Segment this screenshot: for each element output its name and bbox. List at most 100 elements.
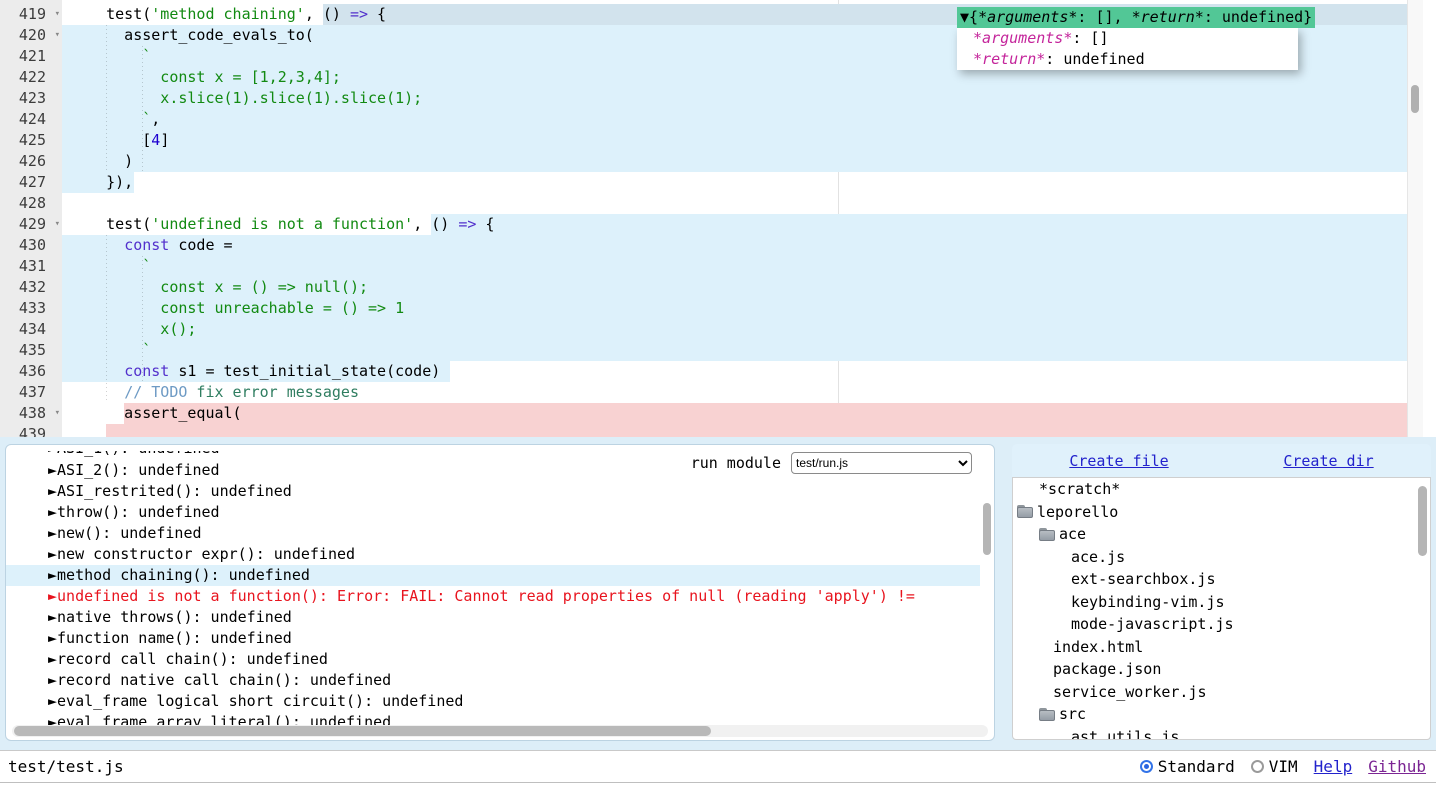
result-item[interactable]: ►record call chain(): undefined [6, 649, 980, 670]
line-number: 439 [0, 424, 62, 437]
tree-item-ext-searchbox-js[interactable]: ext-searchbox.js [1013, 568, 1430, 591]
code-text[interactable]: // TODO fix error messages [62, 382, 1407, 403]
editor-line-432[interactable]: 432 const x = () => null(); [0, 277, 1407, 298]
result-item[interactable]: ►undefined is not a function(): Error: F… [6, 586, 980, 607]
tree-item-keybinding-vim-js[interactable]: keybinding-vim.js [1013, 591, 1430, 614]
create-file-link[interactable]: Create file [1069, 452, 1168, 470]
result-item[interactable]: ►new constructor expr(): undefined [6, 544, 980, 565]
fold-marker-icon[interactable]: ▾ [55, 214, 60, 235]
tree-item-src[interactable]: src [1013, 703, 1430, 726]
help-link[interactable]: Help [1314, 757, 1353, 776]
code-text[interactable]: ` [62, 256, 1407, 277]
tree-item-mode-javascript-js[interactable]: mode-javascript.js [1013, 613, 1430, 636]
result-item[interactable]: ►method chaining(): undefined [6, 565, 980, 586]
code-text[interactable]: ) [62, 151, 1407, 172]
file-panel: Create file Create dir *scratch*leporell… [1012, 444, 1431, 741]
code-text[interactable]: const unreachable = () => 1 [62, 298, 1407, 319]
results-horizontal-scrollbar[interactable] [12, 725, 988, 737]
results-horizontal-scrollbar-thumb[interactable] [14, 726, 711, 736]
value-inspector-tooltip[interactable]: ▼{*arguments*: [], *return*: undefined} … [957, 7, 1315, 70]
github-link[interactable]: Github [1368, 757, 1426, 776]
test-results-panel[interactable]: run module test/run.js ►ASI_1(): undefin… [5, 444, 995, 741]
run-module-control: run module test/run.js [691, 452, 972, 474]
code-text[interactable]: const code = [62, 235, 1407, 256]
file-tree-scrollbar-thumb[interactable] [1418, 486, 1427, 556]
result-item[interactable]: ►new(): undefined [6, 523, 980, 544]
fold-marker-icon[interactable]: ▾ [55, 4, 60, 25]
editor-scrollbar[interactable] [1407, 0, 1423, 437]
file-panel-header: Create file Create dir [1012, 444, 1431, 477]
editor-line-437[interactable]: 437 // TODO fix error messages [0, 382, 1407, 403]
test-results-list[interactable]: ►ASI_1(): undefined►ASI_2(): undefined►A… [6, 451, 980, 733]
line-number: 426 [0, 151, 62, 172]
editor-line-424[interactable]: 424 `, [0, 109, 1407, 130]
fold-marker-icon[interactable]: ▾ [55, 25, 60, 46]
editor-line-438[interactable]: 438▾ assert_equal( [0, 403, 1407, 424]
folder-icon [1039, 528, 1056, 541]
results-vertical-scrollbar-thumb[interactable] [983, 503, 991, 555]
folder-icon [1017, 505, 1034, 518]
result-item[interactable]: ►record native call chain(): undefined [6, 670, 980, 691]
tree-item-ace[interactable]: ace [1013, 523, 1430, 546]
code-text[interactable]: assert_equal( [62, 403, 1407, 424]
result-item[interactable]: ►eval_frame logical short circuit(): und… [6, 691, 980, 712]
editor-line-436[interactable]: 436 const s1 = test_initial_state(code) [0, 361, 1407, 382]
result-item[interactable]: ►ASI_restrited(): undefined [6, 481, 980, 502]
current-file-path: test/test.js [0, 757, 124, 776]
line-number: 420▾ [0, 25, 62, 46]
create-dir-link[interactable]: Create dir [1283, 452, 1373, 470]
code-text[interactable]: const x = () => null(); [62, 277, 1407, 298]
result-item[interactable]: ►native throws(): undefined [6, 607, 980, 628]
editor-line-435[interactable]: 435 ` [0, 340, 1407, 361]
line-number: 435 [0, 340, 62, 361]
line-number: 424 [0, 109, 62, 130]
tree-item--scratch-[interactable]: *scratch* [1013, 478, 1430, 501]
editor-scrollbar-thumb[interactable] [1411, 85, 1419, 113]
radio-vim[interactable]: VIM [1251, 757, 1298, 776]
code-text[interactable]: const s1 = test_initial_state(code) [62, 361, 1407, 382]
code-text[interactable]: const x = [1,2,3,4]; [62, 67, 1407, 88]
code-text[interactable]: x(); [62, 319, 1407, 340]
code-text[interactable]: `, [62, 109, 1407, 130]
tree-item-package-json[interactable]: package.json [1013, 658, 1430, 681]
folder-icon [1039, 708, 1056, 721]
fold-marker-icon[interactable]: ▾ [55, 403, 60, 424]
line-number: 428 [0, 193, 62, 214]
tree-item-ast-utils-js[interactable]: ast_utils.js [1013, 726, 1430, 741]
editor-line-433[interactable]: 433 const unreachable = () => 1 [0, 298, 1407, 319]
code-editor[interactable]: 419▾ test('method chaining', () => {420▾… [0, 0, 1436, 437]
editor-line-427[interactable]: 427 }), [0, 172, 1407, 193]
editor-line-430[interactable]: 430 const code = [0, 235, 1407, 256]
code-text[interactable]: [4] [62, 130, 1407, 151]
tree-item-index-html[interactable]: index.html [1013, 636, 1430, 659]
editor-line-434[interactable]: 434 x(); [0, 319, 1407, 340]
code-text[interactable]: }), [62, 172, 1407, 193]
run-module-select[interactable]: test/run.js [791, 452, 972, 474]
editor-line-423[interactable]: 423 x.slice(1).slice(1).slice(1); [0, 88, 1407, 109]
tree-item-service-worker-js[interactable]: service_worker.js [1013, 681, 1430, 704]
editor-line-426[interactable]: 426 ) [0, 151, 1407, 172]
tree-item-ace-js[interactable]: ace.js [1013, 546, 1430, 569]
editor-line-428[interactable]: 428 [0, 193, 1407, 214]
tooltip-row[interactable]: *return*: undefined [964, 49, 1298, 70]
file-tree[interactable]: *scratch*leporelloaceace.jsext-searchbox… [1012, 477, 1431, 740]
radio-standard[interactable]: Standard [1140, 757, 1235, 776]
tree-item-leporello[interactable]: leporello [1013, 501, 1430, 524]
line-number: 433 [0, 298, 62, 319]
tooltip-row[interactable]: *arguments*: [] [964, 28, 1298, 49]
tooltip-header[interactable]: ▼{*arguments*: [], *return*: undefined} [957, 7, 1315, 28]
result-item[interactable]: ►function name(): undefined [6, 628, 980, 649]
code-text[interactable]: test('undefined is not a function', () =… [62, 214, 1407, 235]
code-text[interactable]: x.slice(1).slice(1).slice(1); [62, 88, 1407, 109]
line-number: 422 [0, 67, 62, 88]
editor-line-429[interactable]: 429▾ test('undefined is not a function',… [0, 214, 1407, 235]
editor-line-439[interactable]: 439 [0, 424, 1407, 437]
result-item[interactable]: ►throw(): undefined [6, 502, 980, 523]
editor-line-422[interactable]: 422 const x = [1,2,3,4]; [0, 67, 1407, 88]
editor-line-425[interactable]: 425 [4] [0, 130, 1407, 151]
editor-line-431[interactable]: 431 ` [0, 256, 1407, 277]
line-highlight [106, 424, 1407, 437]
line-number: 423 [0, 88, 62, 109]
tooltip-body: *arguments*: [] *return*: undefined [957, 28, 1298, 70]
code-text[interactable]: ` [62, 340, 1407, 361]
